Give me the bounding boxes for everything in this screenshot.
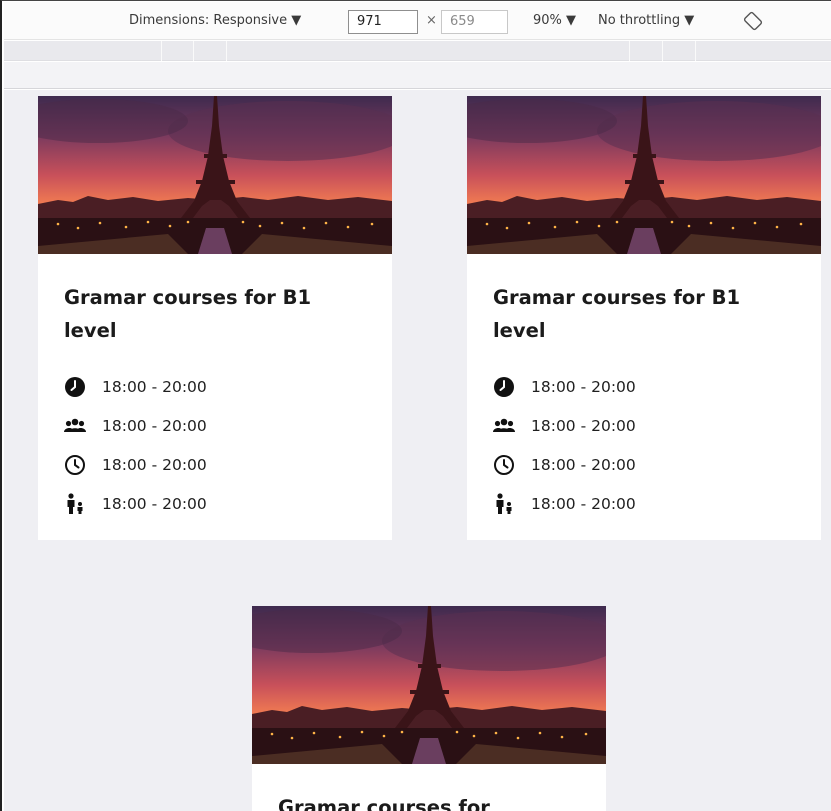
meta-text: 18:00 - 20:00	[531, 377, 636, 396]
browser-frame: Dimensions: Responsive ▼ 971 × 659 90% ▼…	[0, 0, 831, 811]
meta-text: 18:00 - 20:00	[102, 377, 207, 396]
clock-outline-icon	[65, 454, 85, 475]
users-icon	[493, 418, 515, 432]
users-icon	[64, 418, 86, 432]
meta-row: 18:00 - 20:00	[64, 406, 366, 445]
meta-text: 18:00 - 20:00	[531, 416, 636, 435]
meta-row: 18:00 - 20:00	[493, 484, 795, 523]
times-separator: ×	[426, 13, 437, 28]
parent-child-icon	[67, 492, 83, 514]
meta-row: 18:00 - 20:00	[64, 445, 366, 484]
meta-text: 18:00 - 20:00	[102, 494, 207, 513]
course-title: Gramar courses for B1 level	[493, 286, 741, 342]
viewport-height-input[interactable]: 659	[441, 10, 508, 34]
meta-row: 18:00 - 20:00	[493, 367, 795, 406]
course-title: Gramar courses for B1 level	[64, 286, 312, 342]
eiffel-tower-image	[252, 606, 606, 764]
meta-row: 18:00 - 20:00	[64, 484, 366, 523]
course-card[interactable]: Gramar courses for B1 level 18:00 - 20:0…	[38, 96, 392, 540]
parent-child-icon	[496, 492, 512, 514]
meta-row: 18:00 - 20:00	[493, 445, 795, 484]
course-card[interactable]: Gramar courses for B1 level 18:00 - 20:0…	[467, 96, 821, 540]
viewport-width-input[interactable]: 971	[348, 10, 418, 34]
course-card[interactable]: Gramar courses for	[252, 606, 606, 811]
dimensions-dropdown[interactable]: Dimensions: Responsive ▼	[129, 13, 301, 28]
eiffel-tower-image	[467, 96, 821, 254]
eiffel-tower-image	[38, 96, 392, 254]
clock-filled-icon	[494, 376, 514, 397]
meta-text: 18:00 - 20:00	[102, 416, 207, 435]
meta-text: 18:00 - 20:00	[102, 455, 207, 474]
clock-filled-icon	[65, 376, 85, 397]
page-viewport: Gramar courses for B1 level 18:00 - 20:0…	[4, 90, 831, 811]
clock-outline-icon	[494, 454, 514, 475]
throttling-dropdown[interactable]: No throttling ▼	[598, 13, 694, 28]
course-title: Gramar courses for	[278, 796, 490, 811]
zoom-dropdown[interactable]: 90% ▼	[533, 13, 576, 28]
meta-text: 18:00 - 20:00	[531, 494, 636, 513]
ruler-spacer	[4, 62, 831, 89]
meta-row: 18:00 - 20:00	[64, 367, 366, 406]
meta-text: 18:00 - 20:00	[531, 455, 636, 474]
devtools-responsive-toolbar: Dimensions: Responsive ▼ 971 × 659 90% ▼…	[4, 2, 831, 40]
rotate-icon[interactable]	[743, 11, 763, 31]
meta-row: 18:00 - 20:00	[493, 406, 795, 445]
media-query-ruler	[4, 41, 831, 61]
